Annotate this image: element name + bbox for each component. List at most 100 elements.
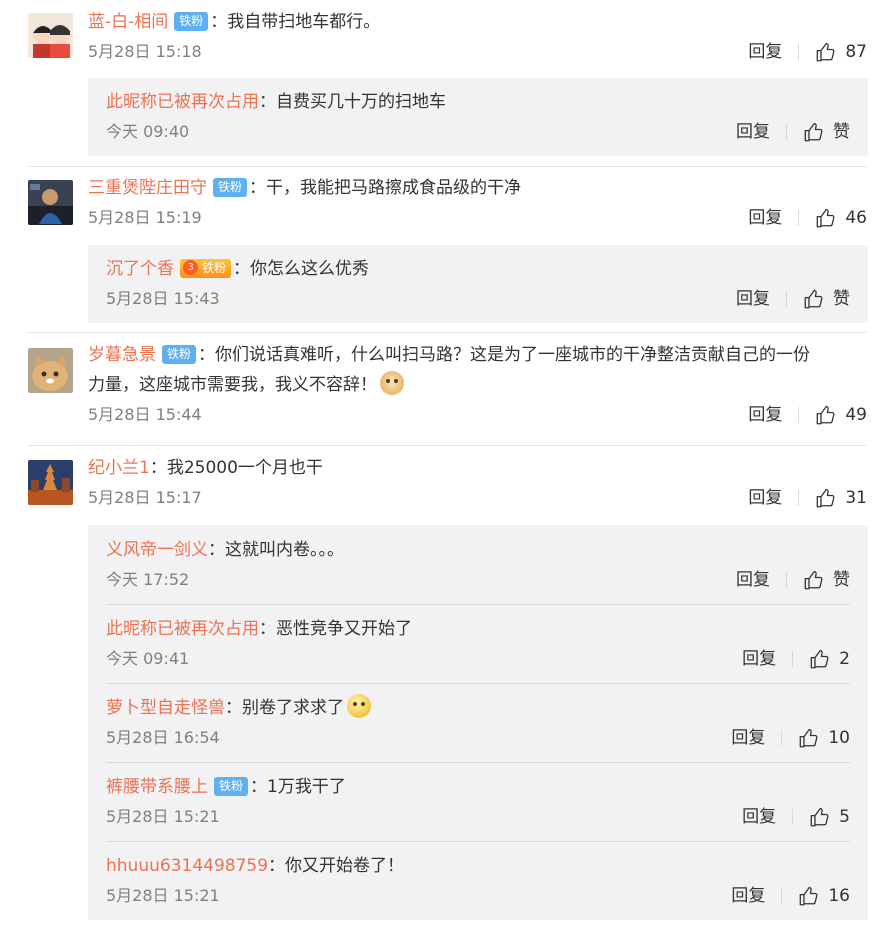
like-button[interactable]: 赞 — [803, 565, 850, 595]
divider — [786, 291, 787, 307]
reply-divider — [106, 841, 850, 842]
reply-button[interactable]: 回复 — [748, 400, 782, 430]
username-link[interactable]: 此昵称已被再次占用 — [106, 92, 259, 112]
reply-panel: 义风帝一剑义：这就叫内卷。。。 今天 17:52 回复 赞 此昵称已被再次占用：… — [88, 525, 868, 920]
reply-divider — [106, 683, 850, 684]
reply-button[interactable]: 回复 — [736, 565, 770, 595]
doge-emoji-icon — [380, 371, 404, 395]
comment-time: 5月28日 15:19 — [88, 208, 202, 227]
like-count: 赞 — [833, 570, 850, 590]
reply-text: 这就叫内卷。。。 — [225, 540, 344, 560]
reply-button[interactable]: 回复 — [748, 37, 782, 67]
reply-button[interactable]: 回复 — [748, 203, 782, 233]
username-link[interactable]: 纪小兰1 — [88, 458, 150, 478]
reply-time: 今天 09:40 — [106, 122, 190, 141]
like-count: 87 — [845, 42, 867, 62]
reply-button[interactable]: 回复 — [736, 284, 770, 314]
comment-text: 你们说话真难听，什么叫扫马路？这是为了一座城市的干净整洁贡献自己的一份 — [215, 345, 811, 365]
divider — [786, 572, 787, 588]
like-button[interactable]: 赞 — [803, 284, 850, 314]
like-button[interactable]: 10 — [798, 723, 850, 753]
username-link[interactable]: 蓝-白-相间 — [88, 12, 168, 32]
avatar[interactable] — [28, 180, 73, 225]
like-button[interactable]: 5 — [809, 802, 850, 832]
reply-panel: 此昵称已被再次占用：自费买几十万的扫地车 今天 09:40 回复 赞 — [88, 78, 868, 156]
reply-text: 1万我干了 — [267, 777, 346, 797]
reply-text: 别卷了求求了 — [242, 698, 344, 718]
thumbs-up-icon — [809, 806, 831, 828]
reply-button[interactable]: 回复 — [742, 802, 776, 832]
username-link[interactable]: 三重煲陛庄田守 — [88, 178, 207, 198]
like-count: 赞 — [833, 122, 850, 142]
reply-button[interactable]: 回复 — [742, 644, 776, 674]
like-button[interactable]: 16 — [798, 881, 850, 911]
like-count: 46 — [845, 208, 867, 228]
like-count: 16 — [828, 886, 850, 906]
reply-text: 你又开始卷了！ — [285, 856, 405, 876]
username-link[interactable]: 萝卜型自走怪兽 — [106, 698, 225, 718]
reply-panel: 沉了个香铁粉：你怎么这么优秀 5月28日 15:43 回复 赞 — [88, 245, 868, 323]
comment-divider — [28, 332, 867, 333]
comment-time: 5月28日 15:44 — [88, 405, 202, 424]
reply-button[interactable]: 回复 — [731, 881, 765, 911]
like-button[interactable]: 31 — [815, 483, 867, 513]
fan-badge[interactable]: 铁粉 — [180, 259, 232, 278]
reply-text: 恶性竞争又开始了 — [276, 619, 412, 639]
reply-time: 5月28日 15:43 — [106, 289, 220, 308]
divider — [781, 730, 783, 746]
pleading-emoji-icon — [347, 694, 371, 718]
reply-divider — [106, 604, 850, 605]
divider — [781, 888, 783, 904]
reply-text: 自费买几十万的扫地车 — [276, 92, 446, 112]
divider — [792, 809, 794, 825]
comment-divider — [28, 445, 867, 446]
avatar[interactable] — [28, 460, 73, 505]
divider — [798, 210, 800, 226]
fan-badge[interactable]: 铁粉 — [174, 12, 209, 31]
reply-time: 5月28日 16:54 — [106, 728, 220, 747]
reply-button[interactable]: 回复 — [731, 723, 765, 753]
fan-badge[interactable]: 铁粉 — [214, 777, 249, 796]
divider — [798, 44, 800, 60]
comment-text: 我自带扫地车都行。 — [227, 12, 381, 32]
username-link[interactable]: 义风帝一剑义 — [106, 540, 208, 560]
reply-button[interactable]: 回复 — [736, 117, 770, 147]
reply-time: 今天 17:52 — [106, 570, 190, 589]
thumbs-up-icon — [815, 404, 837, 426]
avatar[interactable] — [28, 13, 73, 58]
like-button[interactable]: 87 — [815, 37, 867, 67]
username-link[interactable]: 沉了个香 — [106, 259, 174, 279]
username-link[interactable]: hhuuu6314498759 — [106, 856, 268, 876]
username-link[interactable]: 此昵称已被再次占用 — [106, 619, 259, 639]
comment-time: 5月28日 15:17 — [88, 488, 202, 507]
divider — [798, 407, 800, 423]
like-button[interactable]: 46 — [815, 203, 867, 233]
fan-badge[interactable]: 铁粉 — [213, 178, 248, 197]
thumbs-up-icon — [798, 885, 820, 907]
reply-button[interactable]: 回复 — [748, 483, 782, 513]
thumbs-up-icon — [815, 207, 837, 229]
like-count: 5 — [839, 807, 850, 827]
thumbs-up-icon — [803, 121, 825, 143]
reply-divider — [106, 762, 850, 763]
fan-badge[interactable]: 铁粉 — [162, 345, 197, 364]
like-button[interactable]: 2 — [809, 644, 850, 674]
like-button[interactable]: 赞 — [803, 117, 850, 147]
username-link[interactable]: 岁暮急景 — [88, 345, 156, 365]
like-count: 49 — [845, 405, 867, 425]
thumbs-up-icon — [809, 648, 831, 670]
comment-text: 干，我能把马路擦成食品级的干净 — [266, 178, 522, 198]
avatar[interactable] — [28, 348, 73, 393]
thumbs-up-icon — [798, 727, 820, 749]
thumbs-up-icon — [815, 487, 837, 509]
comment-text: 我25000一个月也干 — [166, 458, 323, 478]
reply-text: 你怎么这么优秀 — [250, 259, 370, 279]
like-count: 31 — [845, 488, 867, 508]
like-button[interactable]: 49 — [815, 400, 867, 430]
reply-time: 今天 09:41 — [106, 649, 190, 668]
comment-text-continued: 力量，这座城市需要我，我义不容辞！ — [88, 375, 377, 395]
username-link[interactable]: 裤腰带系腰上 — [106, 777, 208, 797]
comment-time: 5月28日 15:18 — [88, 42, 202, 61]
thumbs-up-icon — [803, 569, 825, 591]
thumbs-up-icon — [815, 41, 837, 63]
